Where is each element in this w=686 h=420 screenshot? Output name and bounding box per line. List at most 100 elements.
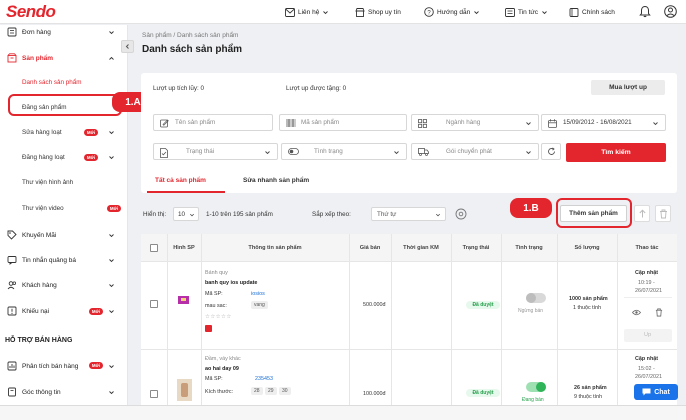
product-name-link[interactable]: ao hai day 09 [205,366,239,372]
chevron-down-icon [436,213,440,217]
sell-toggle[interactable] [526,293,546,303]
sidebar-item-info-corner-label: Góc thông tin [22,388,61,396]
sidebar: Đơn hàng Sản phẩm Danh sách sản phẩm Đăn… [0,25,128,405]
date-range-picker[interactable]: 15/09/2012 - 16/08/2021 [541,114,666,131]
sidebar-item-complaints-label: Khiếu nại [22,307,50,315]
shipping-package-select[interactable]: Gói chuyển phát [411,143,539,160]
sidebar-collapse-button[interactable] [121,40,134,53]
trash-icon [659,209,667,218]
chevron-down-icon [109,310,114,314]
sidebar-item-products[interactable]: Sản phẩm [0,51,128,65]
row-checkbox[interactable] [150,300,158,308]
help-circle-icon: ? [424,7,434,17]
sidebar-item-orders[interactable]: Đơn hàng [0,25,128,39]
quantity-text: 26 sản phẩm [574,385,607,391]
nav-policy[interactable]: Chính sách [569,6,615,18]
condition-select[interactable]: Tình trạng [281,143,407,160]
chevron-down-icon [109,31,114,35]
nav-news[interactable]: Tin tức [505,6,548,18]
product-category: Bánh quy [205,270,228,276]
up-button[interactable]: Up [624,329,672,342]
shop-icon [355,7,365,17]
sidebar-item-info-corner[interactable]: Góc thông tin [0,385,128,399]
chat-button-label: Chat [654,388,670,396]
annotation-label-1b: 1.B [510,198,552,218]
nav-trusted-shop[interactable]: Shop uy tín [355,6,401,18]
size-chip: 29 [265,387,277,395]
pagination-range: 1-10 trên 195 sản phẩm [206,211,273,218]
chevron-down-icon [653,122,658,126]
column-header-product-info: Thông tin sản phẩm [248,245,302,251]
sidebar-sub-bulk-edit[interactable]: Sửa hàng loạt [22,129,62,136]
reset-filters-button[interactable] [541,143,561,160]
chevron-down-icon [109,259,114,263]
nav-contact[interactable]: Liên hệ [285,6,329,18]
sort-value: Thứ tự [377,211,397,218]
upload-icon [638,208,646,217]
sidebar-item-ad-messages-label: Tin nhắn quảng bá [22,256,76,264]
sidebar-item-ad-messages[interactable]: Tin nhắn quảng bá [0,253,128,267]
search-button[interactable]: Tìm kiếm [566,143,666,162]
sidebar-sub-bulk-post[interactable]: Đăng hàng loạt [22,154,65,161]
status-badge: Đã duyệt [466,301,500,309]
status-select[interactable]: Trạng thái [153,143,278,160]
product-name-link[interactable]: banh quy ios update [205,280,257,286]
box-icon [7,53,17,63]
upload-button[interactable] [634,205,650,222]
update-date: 26/07/2021 [635,374,662,380]
sidebar-item-complaints[interactable]: Khiếu nại [0,304,128,318]
tab-all-products[interactable]: Tất cả sản phẩm [155,177,206,184]
news-icon [505,7,515,17]
info-book-icon [8,387,16,397]
refresh-icon [547,147,555,155]
book-icon [569,7,579,17]
sendo-logo[interactable]: Sendo [6,2,56,22]
product-thumbnail[interactable] [177,379,192,401]
nav-guide[interactable]: ? Hướng dẫn [424,6,480,18]
sidebar-item-sales-analysis[interactable]: Phân tích bán hàng [0,359,128,373]
eye-icon[interactable] [632,309,641,316]
nav-guide-label: Hướng dẫn [437,8,471,16]
new-badge: Mới [89,308,103,315]
product-name-input[interactable]: Tên sản phẩm [153,114,273,131]
action-update-label: Cập nhật [635,356,659,362]
chevron-down-icon [109,284,114,288]
page-size-select[interactable]: 10 [173,207,199,221]
sidebar-item-customers[interactable]: Khách hàng [0,278,128,292]
user-avatar-icon[interactable] [664,5,677,18]
chevron-down-icon[interactable] [108,154,115,161]
select-all-checkbox[interactable] [150,244,158,252]
bulk-delete-button[interactable] [655,205,671,222]
sort-select[interactable]: Thứ tự [371,207,446,221]
sidebar-sub-video-library[interactable]: Thư viện video [22,205,64,212]
sidebar-sub-product-list[interactable]: Danh sách sản phẩm [22,79,82,86]
message-icon [7,256,17,265]
barcode-icon [286,119,296,127]
condition-text: Đang bán [522,397,544,403]
nav-trusted-shop-label: Shop uy tín [368,8,401,16]
sidebar-item-promotions[interactable]: Khuyến Mãi [0,228,128,242]
sidebar-item-promotions-label: Khuyến Mãi [22,231,57,239]
category-select[interactable]: Ngành hàng [411,114,539,131]
info-icon[interactable] [455,208,467,220]
buy-ups-button[interactable]: Mua lượt up [591,80,665,95]
sku-value[interactable]: 235453 [255,376,273,382]
sidebar-sub-image-library[interactable]: Thư viện hình ảnh [22,179,73,186]
product-thumbnail[interactable] [177,294,191,306]
row-checkbox[interactable] [150,390,158,398]
size-chip: 30 [279,387,291,395]
chevron-down-icon [542,10,547,14]
add-product-button[interactable]: Thêm sản phẩm [560,205,627,222]
sku-input[interactable]: Mã sản phẩm [279,114,407,131]
bell-icon[interactable] [639,5,651,18]
chat-button[interactable]: Chat [634,384,678,400]
trash-icon[interactable] [655,308,663,317]
sell-toggle[interactable] [526,382,546,392]
chevron-down-icon[interactable] [108,129,115,136]
tab-quick-edit[interactable]: Sửa nhanh sản phẩm [243,177,309,184]
product-table: Hình SP Thông tin sản phẩm Giá bán Thời … [141,234,677,405]
sku-value[interactable]: iosios [251,291,265,297]
nav-news-label: Tin tức [518,8,539,16]
users-icon [7,281,16,290]
date-range-value: 15/09/2012 - 16/08/2021 [563,119,632,126]
